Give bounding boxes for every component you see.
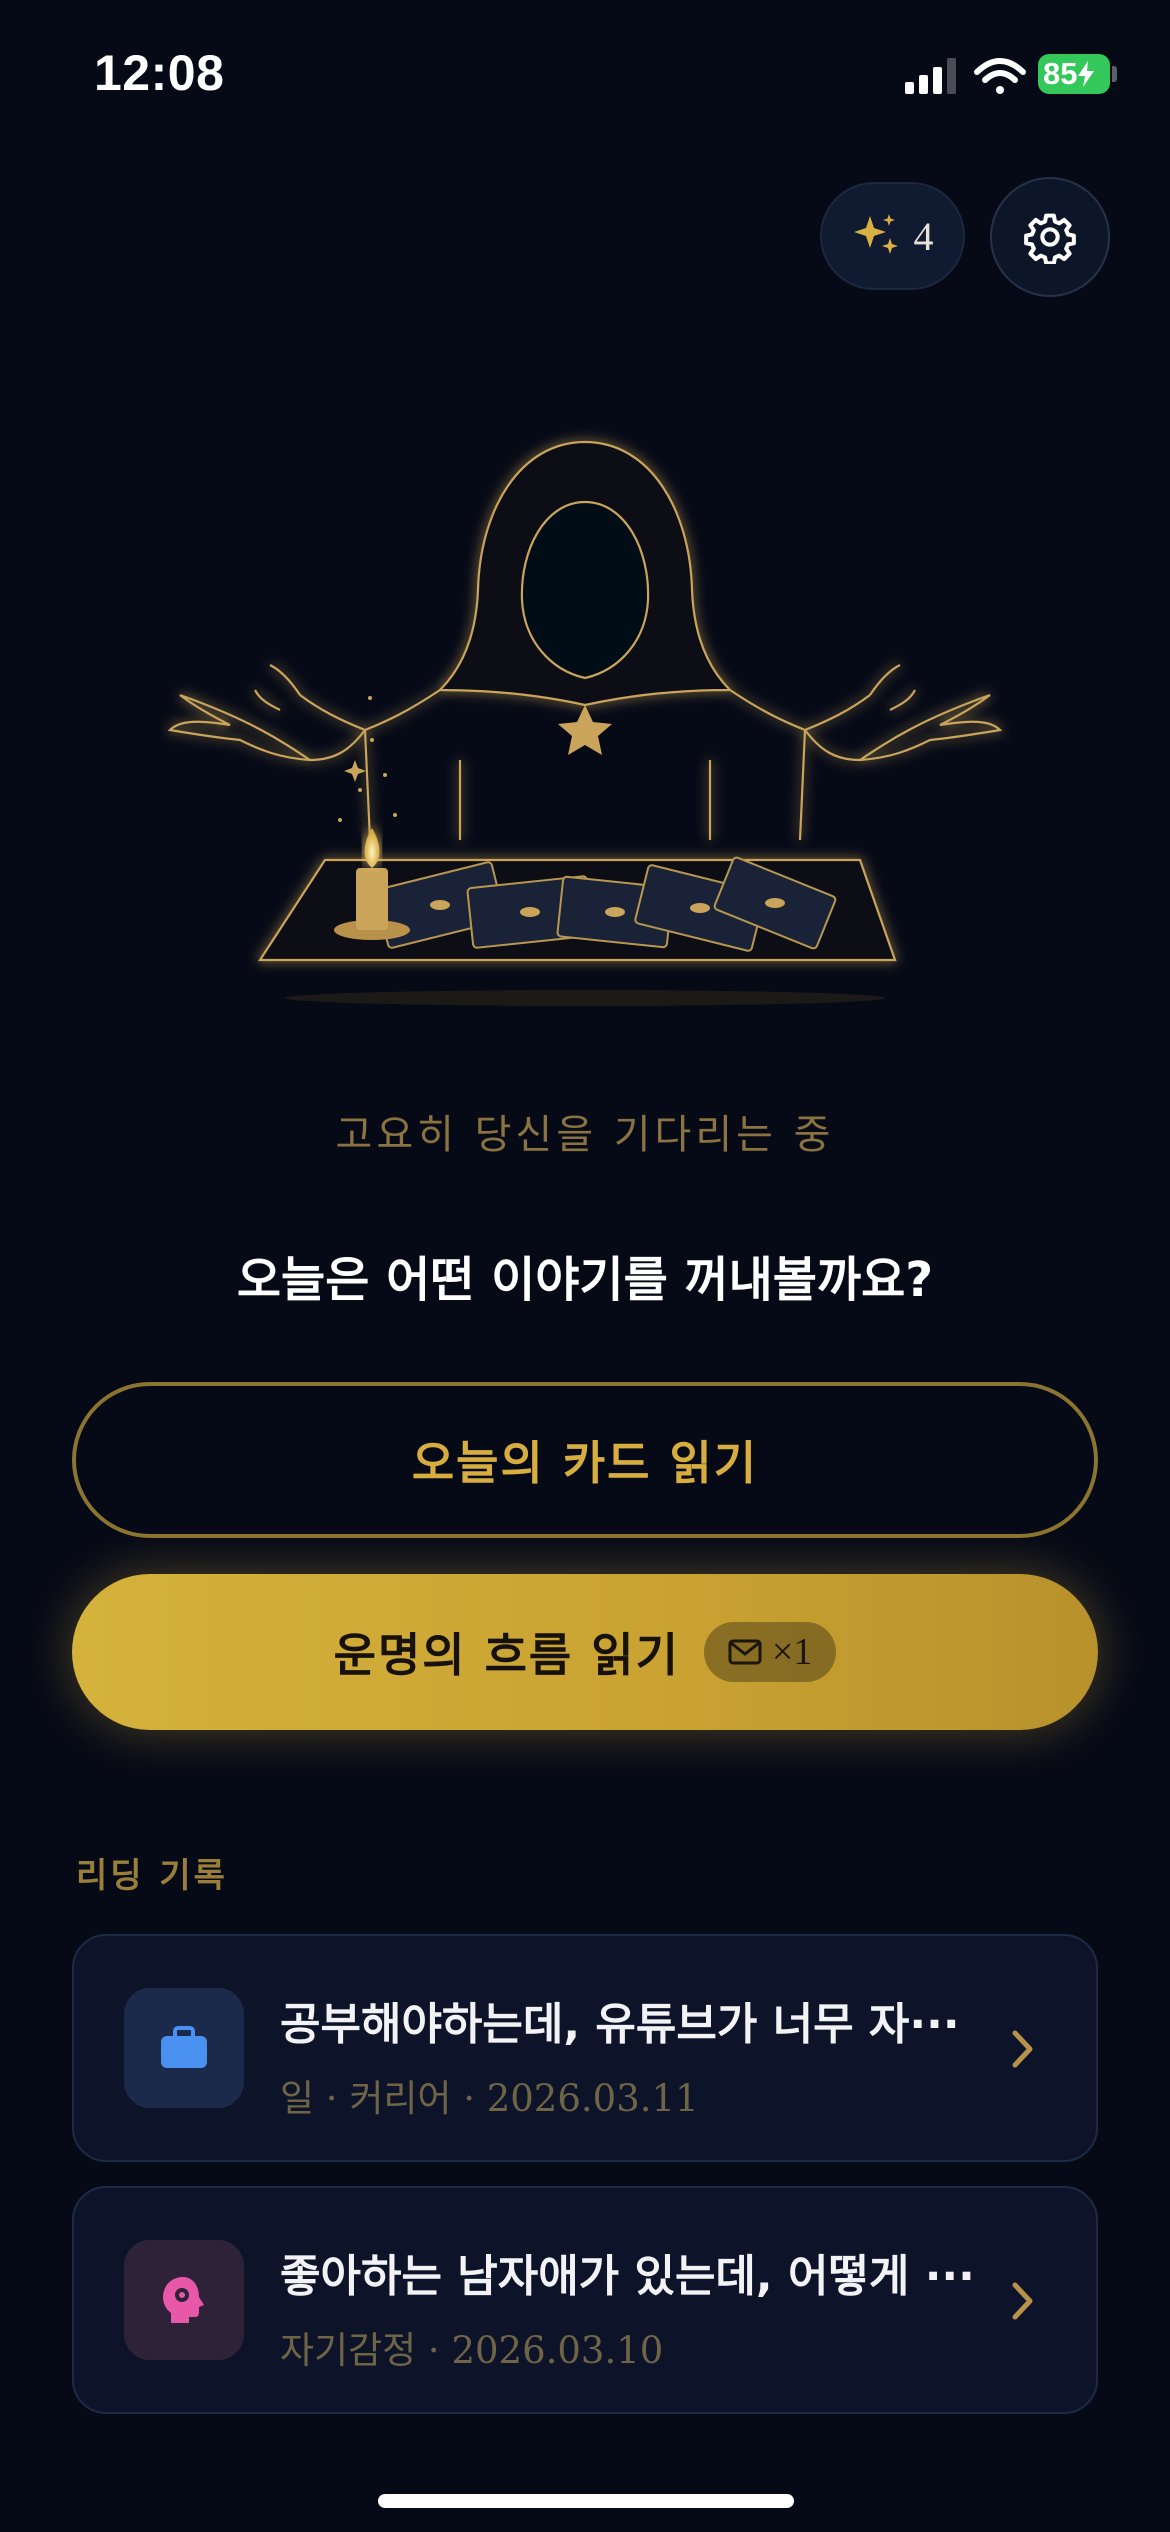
- history-item[interactable]: 좋아하는 남자애가 있는데, 어떻게 ··· 자기감정 · 2026.03.10: [72, 2186, 1098, 2414]
- fortune-teller-illustration: [167, 440, 1003, 1006]
- envelope-icon: [728, 1639, 762, 1665]
- home-indicator[interactable]: [378, 2494, 794, 2508]
- gear-icon: [1024, 213, 1076, 264]
- briefcase-icon: [161, 2026, 207, 2068]
- chevron-right-icon: [1012, 2030, 1033, 2068]
- prompt-question: 오늘은 어떤 이야기를 꺼내볼까요?: [236, 1252, 934, 1308]
- fortune-flow-button[interactable]: 운명의 흐름 읽기 ×1: [72, 1574, 1098, 1730]
- history-item-title: 공부해야하는데, 유튜브가 너무 자···: [280, 1999, 960, 2050]
- history-item-icon-box: [124, 2240, 244, 2360]
- settings-button[interactable]: [990, 177, 1110, 297]
- status-time: 12:08: [94, 45, 225, 101]
- cellular-signal-icon: [905, 58, 956, 94]
- battery-cap: [1112, 66, 1117, 82]
- charging-bolt-icon: [1078, 61, 1095, 87]
- history-item-meta: 자기감정 · 2026.03.10: [280, 2329, 664, 2372]
- history-item-icon-box: [124, 1988, 244, 2108]
- credits-count: 4: [913, 213, 934, 259]
- head-heart-icon: [163, 2277, 204, 2323]
- sparkles-icon: [853, 214, 898, 254]
- daily-card-button[interactable]: 오늘의 카드 읽기: [72, 1382, 1098, 1538]
- chevron-right-icon: [1012, 2282, 1033, 2320]
- history-item-title: 좋아하는 남자애가 있는데, 어떻게 ···: [280, 2251, 975, 2302]
- history-item-meta: 일 · 커리어 · 2026.03.11: [280, 2077, 699, 2120]
- waiting-subtitle: 고요히 당신을 기다리는 중: [335, 1112, 835, 1158]
- battery-indicator: 85: [1038, 54, 1110, 94]
- fortune-flow-label: 운명의 흐름 읽기: [333, 1628, 680, 1682]
- reading-history-title: 리딩 기록: [76, 1856, 228, 1896]
- credits-button[interactable]: 4: [820, 182, 965, 290]
- ticket-count: ×1: [771, 1631, 813, 1673]
- battery-level: 85: [1043, 56, 1078, 91]
- history-item[interactable]: 공부해야하는데, 유튜브가 너무 자··· 일 · 커리어 · 2026.03.…: [72, 1934, 1098, 2162]
- ticket-badge: ×1: [703, 1622, 837, 1682]
- wifi-icon: [974, 58, 1026, 94]
